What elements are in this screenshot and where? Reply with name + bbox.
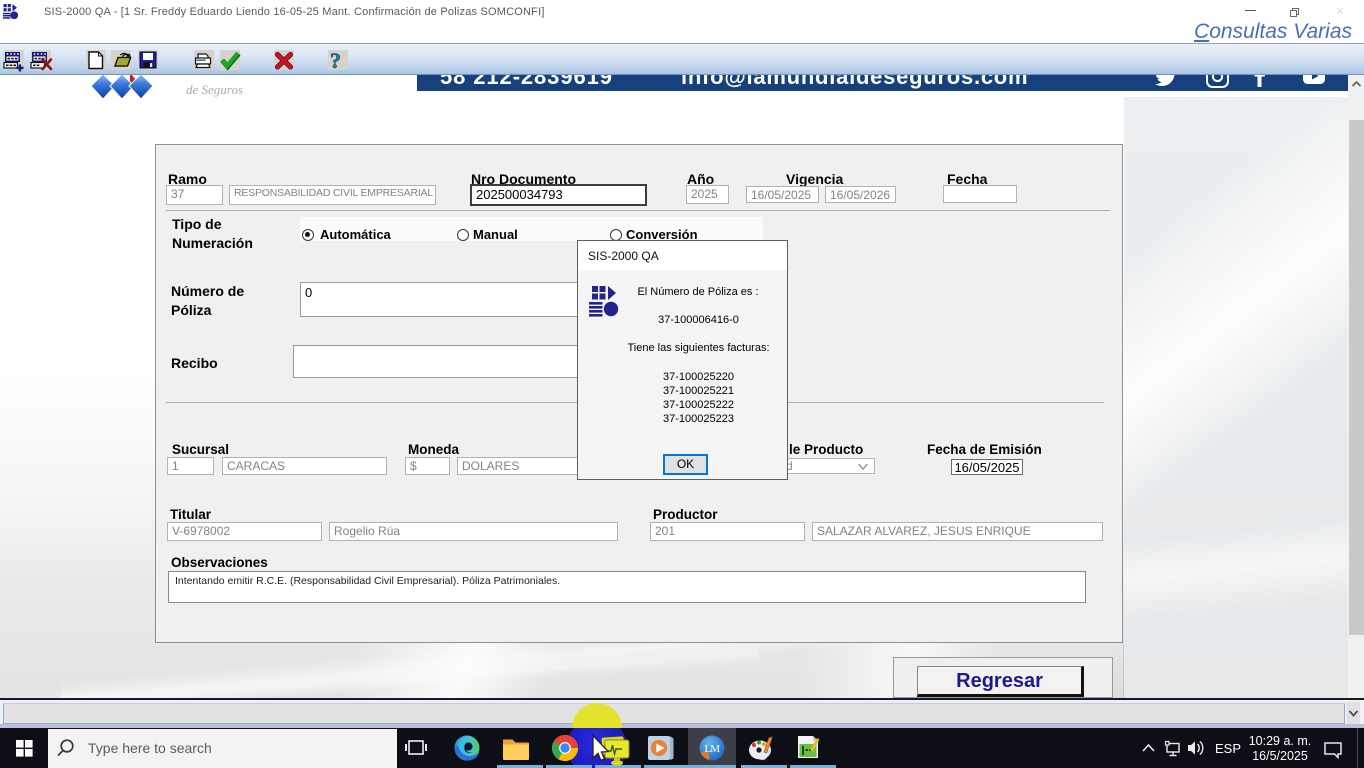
svg-text:LM: LM: [705, 743, 721, 755]
svg-text:?: ?: [330, 48, 341, 73]
